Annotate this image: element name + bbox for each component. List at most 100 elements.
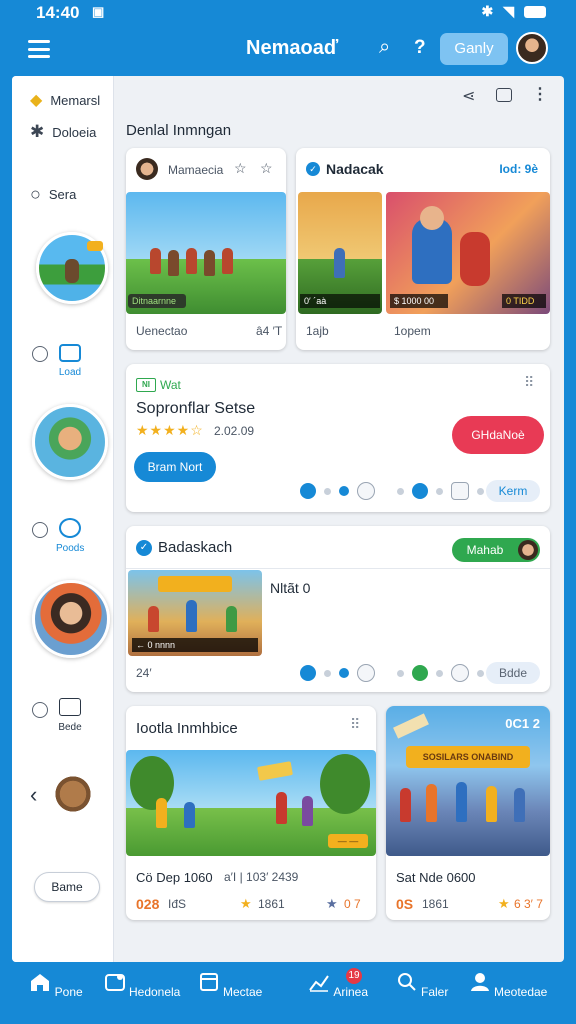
chevron-left-icon[interactable]: ‹	[30, 782, 37, 808]
check-icon[interactable]	[412, 665, 428, 681]
divider	[126, 568, 550, 569]
drag-handle-icon[interactable]: ⠿	[524, 374, 534, 391]
timer-label: 0 TIDD	[502, 294, 546, 308]
nav-home[interactable]: Pone	[16, 962, 96, 1024]
radio-button-1[interactable]	[32, 346, 48, 362]
search-icon[interactable]: ⌕	[379, 36, 390, 59]
card-title: Badaskach	[158, 539, 233, 556]
sidebar-item-doloeia[interactable]: ✱ Doloeia	[30, 122, 96, 142]
character-figure	[204, 250, 215, 276]
search-icon	[397, 973, 416, 991]
rating-value: 2.02.09	[214, 424, 255, 438]
card-meta: a′I | 103′ 2439	[224, 870, 299, 884]
radio-button-3[interactable]	[32, 702, 48, 718]
price-label: $ 1000 00	[390, 294, 448, 308]
battery-icon	[524, 5, 546, 18]
nav-dot-icon[interactable]	[300, 665, 316, 681]
primary-button[interactable]: Bram Nort	[134, 452, 216, 482]
app-title: Nemaoaď	[246, 37, 339, 59]
sidebar-bottom-button[interactable]: Bame	[34, 872, 100, 902]
game-card-bottom-left[interactable]: Iootla Inmhbice ⠿ — — Cö Dep 1060 a′I | …	[126, 706, 376, 920]
secondary-pill[interactable]: Bdde	[486, 662, 540, 684]
card-footer: Uenectao	[136, 324, 188, 338]
globe-icon	[59, 518, 81, 538]
feature-title: Sopronflar Setse	[136, 400, 256, 417]
poods-option[interactable]: Poods	[56, 518, 84, 554]
image-button[interactable]: — —	[328, 834, 368, 848]
option-label: Poods	[56, 543, 85, 554]
bottom-nav: Pone Hedonela Mectae 19 Arinea Faler Meo…	[0, 962, 576, 1024]
section-title: Denlal Inmngan	[126, 122, 232, 139]
bede-option[interactable]: Bede	[58, 698, 82, 733]
nav-arinea[interactable]: 19 Arinea	[298, 962, 378, 1024]
card-header: Nadacak	[326, 161, 384, 177]
help-icon[interactable]: ?	[414, 37, 426, 59]
character-figure	[426, 784, 437, 822]
circle-icon[interactable]	[357, 482, 375, 500]
check-icon[interactable]	[412, 483, 428, 499]
card-header-link[interactable]: Iod: 9è	[499, 162, 538, 176]
document-icon	[59, 698, 81, 716]
notification-icon: ▣	[92, 4, 105, 19]
nav-hedonela[interactable]: Hedonela	[102, 962, 182, 1024]
action-button[interactable]: GHdaNoè	[452, 416, 544, 454]
card-footer: 1ajb	[306, 324, 329, 338]
price-value: 0S	[396, 896, 414, 912]
hamburger-menu-icon[interactable]	[28, 40, 50, 58]
chart-icon	[309, 975, 329, 992]
badaskach-card[interactable]: ✓ Badaskach Mahab ← 0 nnnn Nltãt 0 24′ B…	[126, 526, 550, 692]
star-icon: ★	[498, 896, 510, 911]
game-image: $ 1000 00 0 TIDD	[386, 192, 550, 314]
account-button[interactable]: Ganly	[440, 33, 508, 65]
circle-icon[interactable]	[357, 664, 375, 682]
image-icon	[59, 344, 81, 362]
avatar	[518, 540, 538, 560]
secondary-pill[interactable]: Kerm	[486, 480, 540, 502]
sidebar-item-sera[interactable]: ○ Sera	[30, 184, 76, 205]
game-card-bottom-right[interactable]: SOSILARS ONABIND 0C1 2 Sat Nde 0600 0S 1…	[386, 706, 550, 920]
nav-label: Meotedae	[493, 985, 548, 999]
character-figure	[456, 782, 467, 822]
sidebar-item-memarsl[interactable]: ◆ Memarsl	[30, 90, 100, 110]
nav-dot-icon[interactable]	[300, 483, 316, 499]
window-icon[interactable]	[496, 88, 512, 102]
puzzle-icon: ✱	[30, 122, 45, 141]
sparkle-icon[interactable]: ☆	[234, 160, 247, 177]
main-content: ⋖ ⋮ Denlal Inmngan Mamaecia ☆ ☆ Ditnaarn…	[114, 76, 564, 962]
load-option[interactable]: Load	[58, 344, 82, 378]
card-header: Mamaecia	[168, 163, 224, 177]
tree	[320, 754, 370, 814]
radio-button-2[interactable]	[32, 522, 48, 538]
nav-label: Arinea	[333, 985, 369, 999]
grid-icon[interactable]	[451, 664, 469, 682]
game-card-right[interactable]: ✓ Nadacak Iod: 9è 0′ ´aà $ 1000 00 0 TID…	[296, 148, 550, 350]
sidebar-item-label: Memarsl	[50, 92, 101, 108]
rating-value: 0 7	[344, 897, 361, 911]
share-icon[interactable]: ⋖	[462, 86, 475, 106]
star-icon[interactable]: ☆	[260, 160, 273, 177]
character-head	[420, 206, 444, 230]
mascot-icon	[54, 776, 92, 816]
character-avatar-2[interactable]	[32, 580, 110, 658]
rating-value: 6 3′ 7	[514, 897, 543, 911]
nav-faler[interactable]: Faler	[382, 962, 462, 1024]
price-unit: 1861	[422, 897, 449, 911]
character-avatar-1[interactable]	[32, 404, 108, 480]
character-figure	[148, 606, 159, 632]
drag-handle-icon[interactable]: ⠿	[350, 716, 360, 733]
sidebar: ◆ Memarsl ✱ Doloeia ○ Sera Load Poods Be…	[12, 76, 114, 962]
star-icon: ★	[326, 896, 338, 911]
game-image: ← 0 nnnn	[128, 570, 262, 656]
status-time: 14:40	[36, 3, 80, 22]
grid-icon[interactable]	[451, 482, 469, 500]
character-figure	[276, 792, 287, 824]
game-card-left[interactable]: Mamaecia ☆ ☆ Ditnaarnne Uenectao â4 ′T	[126, 148, 286, 350]
nav-meotedae[interactable]: Meotedae	[468, 962, 548, 1024]
avatar[interactable]	[516, 32, 548, 64]
feature-card[interactable]: NI Wat ⠿ Sopronflar Setse ★★★★☆ 2.02.09 …	[126, 364, 550, 512]
nav-mectae[interactable]: Mectae	[190, 962, 270, 1024]
game-thumbnail-1[interactable]	[36, 232, 108, 304]
game-logo: SOSILARS ONABIND	[406, 746, 530, 768]
diamond-icon: ◆	[30, 92, 43, 109]
more-vert-icon[interactable]: ⋮	[532, 84, 548, 104]
